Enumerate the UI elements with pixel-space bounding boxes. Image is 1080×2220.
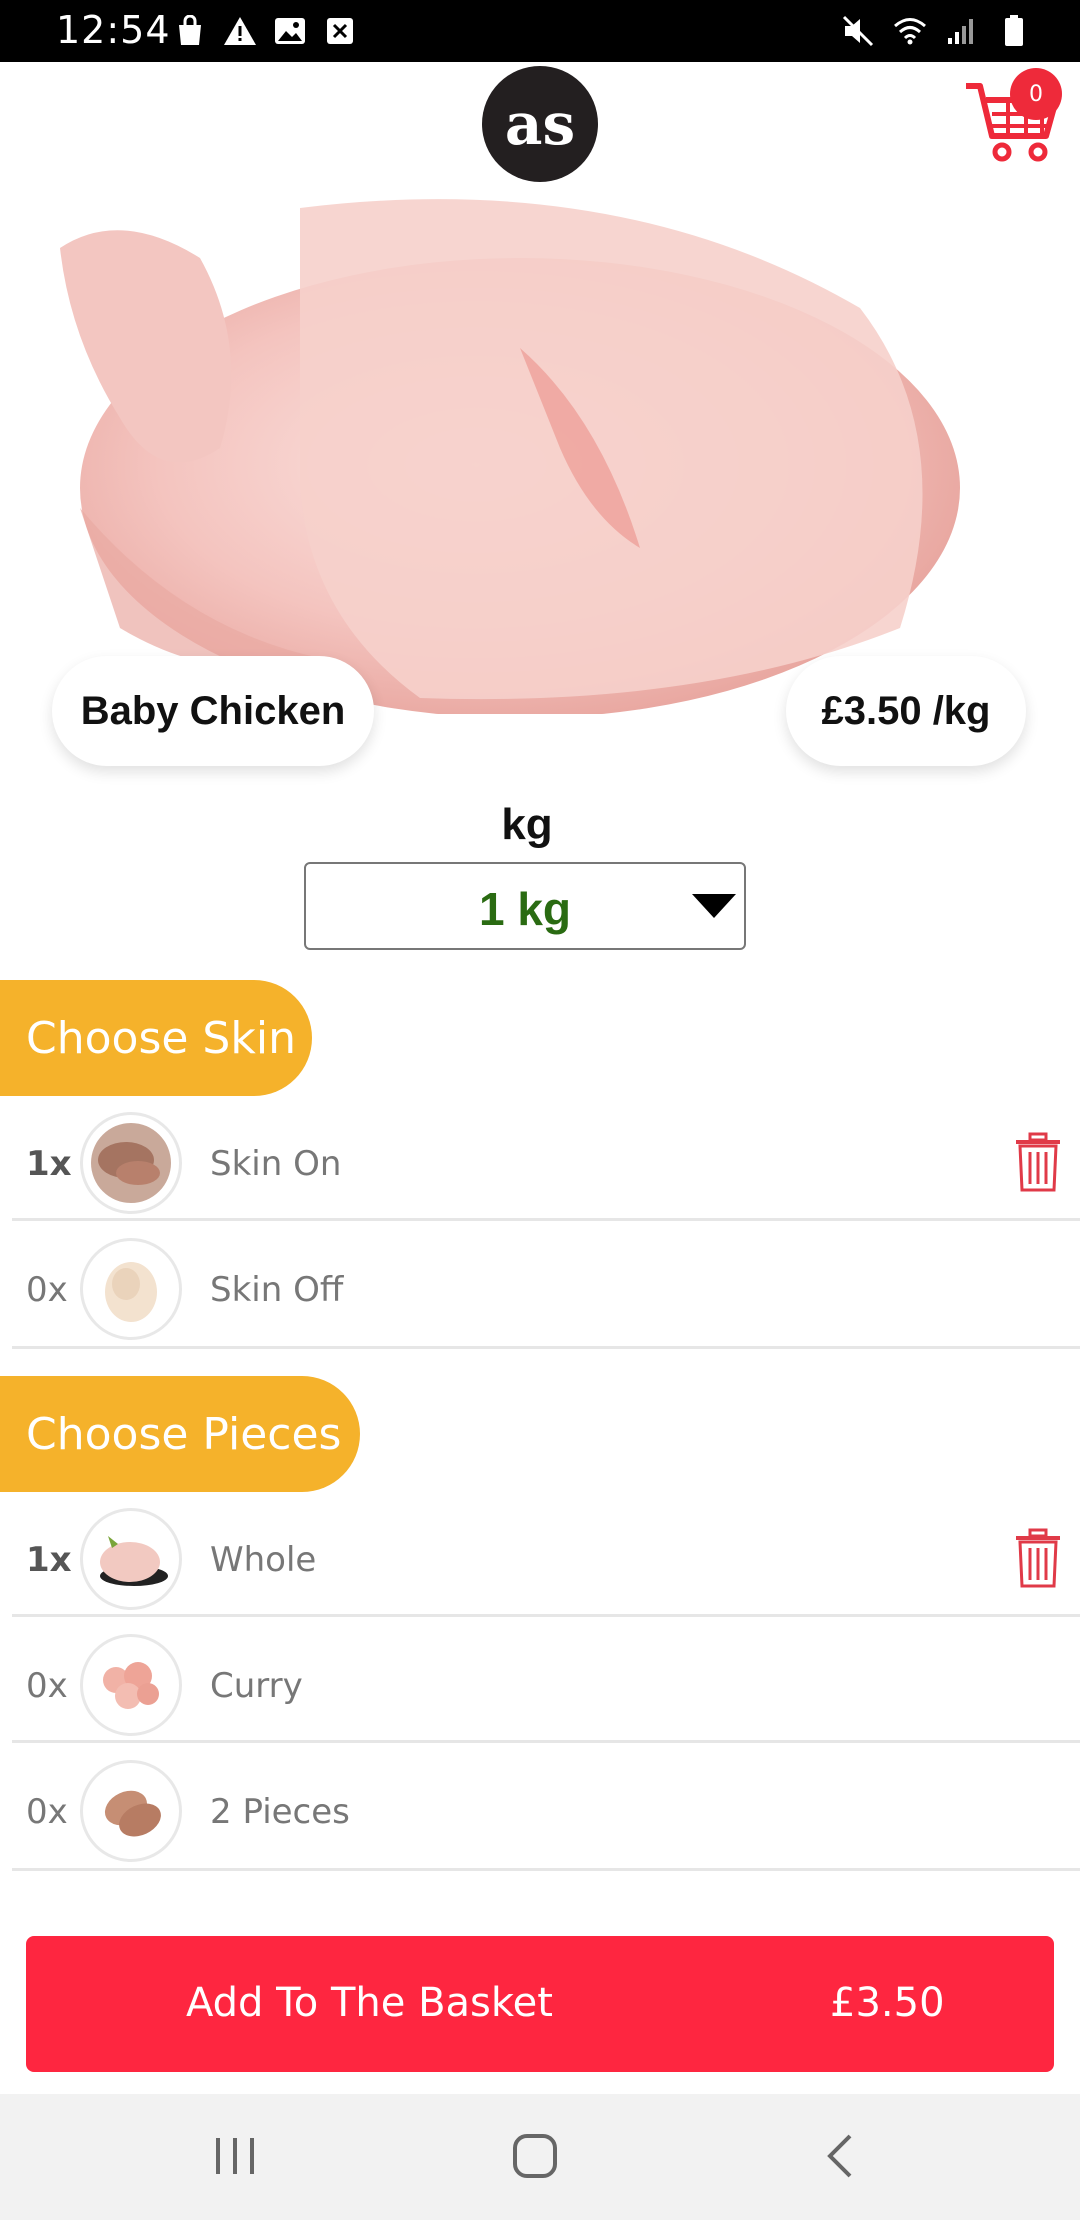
option-quantity: 1x: [26, 1540, 72, 1580]
option-quantity: 0x: [26, 1792, 68, 1832]
add-to-basket-button[interactable]: Add To The Basket £3.50: [26, 1936, 1054, 2072]
mute-icon: [840, 14, 876, 48]
divider: [12, 1868, 1080, 1871]
option-row-skin-on[interactable]: 1x Skin On: [0, 1100, 1080, 1226]
option-quantity: 1x: [26, 1144, 72, 1184]
dropdown-arrow-icon: [692, 894, 736, 918]
product-price: £3.50 /kg: [821, 688, 991, 733]
section-title: Choose Pieces: [26, 1408, 342, 1460]
recent-apps-icon[interactable]: [200, 2126, 270, 2186]
product-image: [0, 188, 1080, 714]
whole-thumbnail: [80, 1508, 182, 1610]
unit-label: kg: [501, 800, 553, 849]
option-label: Curry: [210, 1666, 303, 1706]
option-row-2-pieces[interactable]: 0x 2 Pieces: [0, 1748, 1080, 1874]
option-label: 2 Pieces: [210, 1792, 350, 1832]
divider: [12, 1740, 1080, 1743]
battery-icon: [996, 14, 1032, 48]
two-pieces-thumbnail: [80, 1760, 182, 1862]
cart-count-badge: 0: [1010, 68, 1062, 120]
divider: [12, 1346, 1080, 1349]
image-icon: [272, 14, 308, 48]
option-quantity: 0x: [26, 1270, 68, 1310]
system-nav-bar: [0, 2094, 1080, 2220]
close-box-icon: [322, 14, 358, 48]
trash-icon[interactable]: [1014, 1132, 1062, 1194]
option-row-whole[interactable]: 1x Whole: [0, 1496, 1080, 1622]
option-row-curry[interactable]: 0x Curry: [0, 1622, 1080, 1748]
bag-icon: [172, 14, 208, 48]
back-icon[interactable]: [806, 2126, 876, 2186]
signal-icon: [944, 14, 980, 48]
product-name-pill: Baby Chicken: [52, 656, 374, 766]
product-price-pill: £3.50 /kg: [786, 656, 1026, 766]
skin-on-thumbnail: [80, 1112, 182, 1214]
add-to-basket-label: Add To The Basket: [186, 1980, 553, 2026]
skin-off-thumbnail: [80, 1238, 182, 1340]
unit-selected-value: 1 kg: [478, 883, 572, 935]
status-bar: 12:54: [0, 0, 1080, 62]
divider: [12, 1218, 1080, 1221]
section-title: Choose Skin: [26, 1012, 296, 1064]
unit-dropdown[interactable]: 1 kg: [304, 862, 746, 950]
section-choose-skin: Choose Skin: [0, 980, 312, 1096]
warning-icon: [222, 14, 258, 48]
basket-total-price: £3.50: [830, 1980, 945, 2026]
brand-logo[interactable]: as: [482, 66, 598, 182]
logo-text: as: [504, 90, 576, 158]
status-time: 12:54: [56, 8, 171, 52]
option-label: Skin On: [210, 1144, 342, 1184]
product-name: Baby Chicken: [80, 688, 346, 733]
option-label: Skin Off: [210, 1270, 344, 1310]
option-quantity: 0x: [26, 1666, 68, 1706]
trash-icon[interactable]: [1014, 1528, 1062, 1590]
option-label: Whole: [210, 1540, 317, 1580]
option-row-skin-off[interactable]: 0x Skin Off: [0, 1226, 1080, 1352]
section-choose-pieces: Choose Pieces: [0, 1376, 360, 1492]
home-icon[interactable]: [500, 2126, 570, 2186]
curry-thumbnail: [80, 1634, 182, 1736]
wifi-icon: [892, 14, 928, 48]
divider: [12, 1614, 1080, 1617]
